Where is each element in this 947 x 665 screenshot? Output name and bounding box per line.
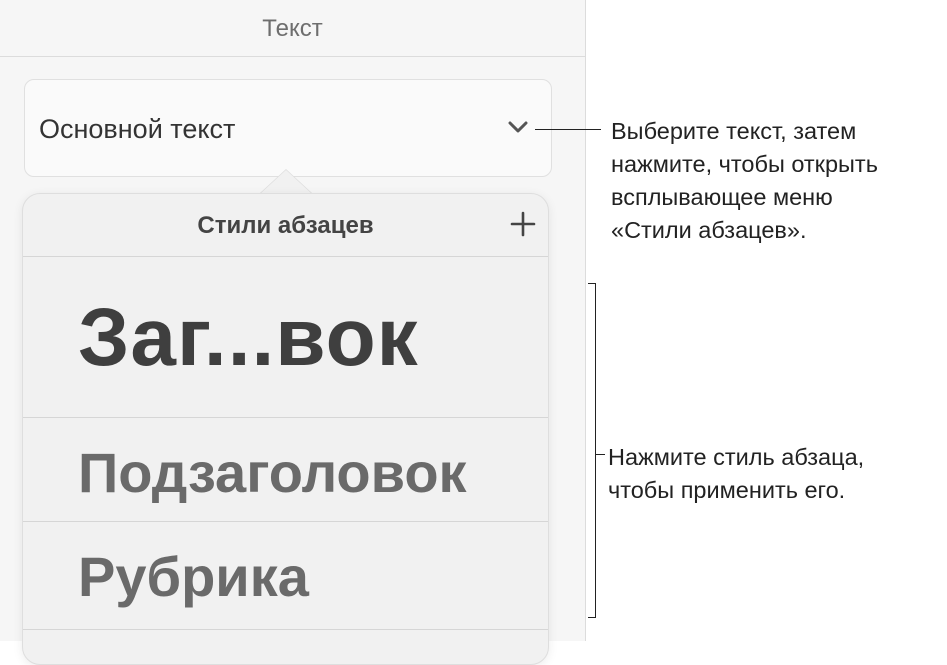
style-item-label: Заг...вок: [78, 292, 419, 383]
style-item-label: Рубрика: [78, 545, 309, 608]
plus-icon[interactable]: [510, 211, 536, 237]
chevron-down-icon[interactable]: [507, 118, 529, 136]
callout-leader-line: [535, 129, 601, 130]
popover-title: Стили абзацев: [23, 194, 548, 257]
style-item-title[interactable]: Заг...вок: [23, 257, 548, 418]
style-item-rubric[interactable]: Рубрика: [23, 522, 548, 630]
callout-bracket: [588, 283, 596, 618]
panel-header-text-tab[interactable]: Текст: [0, 0, 585, 57]
callout-styles-text: Нажмите стиль абзаца, чтобы применить ег…: [608, 444, 865, 503]
paragraph-styles-popover: Стили абзацев Заг...вок Подзаголовок Руб…: [22, 193, 549, 665]
paragraph-style-value: Основной текст: [39, 114, 236, 144]
popover-arrow: [260, 170, 312, 194]
style-item-subtitle[interactable]: Подзаголовок: [23, 418, 548, 522]
callout-selector-text: Выберите текст, затем нажмите, чтобы отк…: [611, 118, 878, 243]
format-panel: Текст Основной текст Стили абзацев Заг..…: [0, 0, 586, 665]
style-item-label: Подзаголовок: [78, 441, 467, 504]
paragraph-style-selector[interactable]: Основной текст: [24, 79, 552, 177]
callout-bracket-tick: [596, 454, 605, 455]
